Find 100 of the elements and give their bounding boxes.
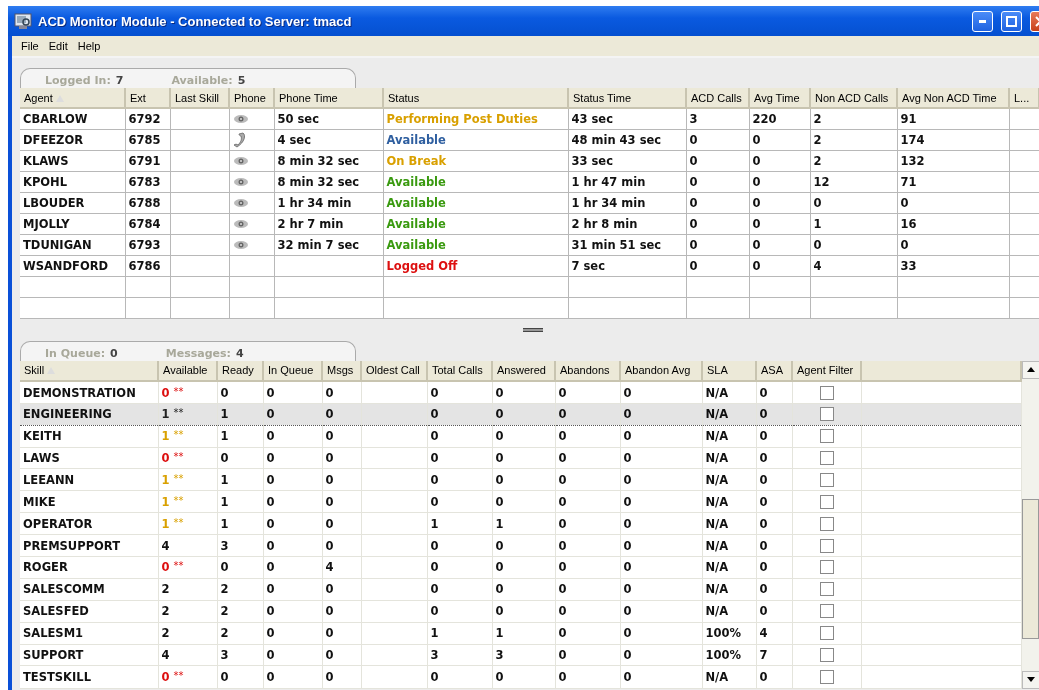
checkbox[interactable] bbox=[819, 648, 834, 662]
checkbox[interactable] bbox=[819, 472, 834, 487]
column-header[interactable]: Avg Non ACD Time bbox=[897, 88, 1009, 108]
table-row[interactable]: KPOHL 6783 8 min 32 sec Available 1 hr 47 min 0 0 12 71 bbox=[20, 171, 1039, 192]
table-cell: WSANDFORD bbox=[20, 255, 125, 276]
table-row[interactable]: OPERATOR 1 ** 1 0 0 1 1 0 0 N/A 0 bbox=[20, 512, 1021, 535]
table-cell: 0 bbox=[749, 171, 810, 192]
scroll-up-icon bbox=[1027, 367, 1035, 372]
table-row[interactable]: DEMONSTRATION 0 ** 0 0 0 0 0 0 0 N/A 0 bbox=[20, 381, 1021, 404]
column-header[interactable]: Status bbox=[383, 88, 568, 108]
column-header[interactable]: ACD Calls bbox=[686, 88, 749, 108]
column-header[interactable]: Ext bbox=[125, 88, 170, 108]
table-cell: 3 bbox=[217, 644, 263, 666]
table-cell: 0 bbox=[620, 622, 702, 645]
checkbox[interactable] bbox=[819, 494, 834, 509]
table-cell: LBOUDER bbox=[20, 192, 125, 213]
column-header[interactable]: Status Time bbox=[568, 88, 686, 108]
column-header[interactable]: Last Skill bbox=[170, 88, 229, 108]
table-row[interactable]: CBARLOW 6792 50 sec Performing Post Duties 43 sec 3 220 2 91 bbox=[20, 108, 1039, 129]
menu-item[interactable]: File bbox=[16, 40, 44, 52]
column-header[interactable]: Abandon Avg bbox=[620, 360, 702, 382]
checkbox[interactable] bbox=[819, 582, 834, 597]
table-cell: KEITH bbox=[20, 425, 158, 448]
table-row[interactable]: MJOLLY 6784 2 hr 7 min Available 2 hr 8 min 0 0 1 16 bbox=[20, 213, 1039, 234]
checkbox[interactable] bbox=[819, 560, 834, 575]
table-cell: 0 bbox=[427, 425, 492, 448]
table-row[interactable]: ROGER 0 ** 0 0 4 0 0 0 0 N/A 0 bbox=[20, 556, 1021, 579]
column-header[interactable]: L... bbox=[1009, 88, 1039, 108]
table-row[interactable]: WSANDFORD 6786 Logged Off 7 sec 0 0 4 33 bbox=[20, 255, 1039, 276]
checkbox[interactable] bbox=[819, 516, 834, 531]
table-row[interactable]: SALESCOMM 2 2 0 0 0 0 0 0 N/A 0 bbox=[20, 578, 1021, 601]
table-cell: 0 bbox=[620, 644, 702, 666]
table-cell: 0 bbox=[756, 447, 792, 469]
menu-item[interactable]: Help bbox=[72, 40, 106, 52]
table-row[interactable]: TESTSKILL 0 ** 0 0 0 0 0 0 0 N/A 0 bbox=[20, 665, 1021, 688]
table-row[interactable]: LEEANN 1 ** 1 0 0 0 0 0 0 N/A 0 bbox=[20, 468, 1021, 491]
column-header[interactable]: Avg Time bbox=[749, 88, 810, 108]
window-title: ACD Monitor Module - Connected to Server: tmacd bbox=[38, 13, 353, 29]
table-cell: 0 bbox=[620, 556, 702, 579]
checkbox[interactable] bbox=[819, 538, 834, 553]
table-row[interactable]: MIKE 1 ** 1 0 0 0 0 0 0 N/A 0 bbox=[20, 490, 1021, 513]
checkbox[interactable] bbox=[819, 429, 834, 444]
table-cell: SALESM1 bbox=[20, 622, 158, 645]
minimize-button[interactable] bbox=[972, 10, 993, 32]
menu-item[interactable]: Edit bbox=[43, 40, 73, 52]
column-header[interactable]: Agent Filter bbox=[792, 360, 861, 382]
column-header[interactable]: Phone bbox=[229, 88, 274, 108]
column-header[interactable]: Phone Time bbox=[274, 88, 383, 108]
table-cell: 1 ** bbox=[158, 490, 217, 513]
table-cell: 1 bbox=[217, 490, 263, 513]
column-header[interactable]: Total Calls bbox=[427, 360, 492, 382]
table-cell: 0 bbox=[217, 556, 263, 579]
checkbox[interactable] bbox=[819, 385, 834, 400]
table-cell: 1 bbox=[810, 213, 897, 234]
maximize-button[interactable] bbox=[1001, 10, 1022, 32]
column-header[interactable]: ASA bbox=[756, 360, 792, 382]
table-row[interactable]: PREMSUPPORT 4 3 0 0 0 0 0 0 N/A 0 bbox=[20, 534, 1021, 557]
table-cell: 0 bbox=[620, 578, 702, 601]
column-header[interactable]: Answered bbox=[492, 360, 555, 382]
checkbox[interactable] bbox=[819, 407, 834, 422]
table-cell: 0 bbox=[263, 556, 322, 579]
table-cell: 0 bbox=[756, 468, 792, 491]
checkbox[interactable] bbox=[819, 604, 834, 619]
table-row[interactable]: SALESFED 2 2 0 0 0 0 0 0 N/A 0 bbox=[20, 600, 1021, 623]
column-header[interactable]: Abandons bbox=[555, 360, 620, 382]
table-cell: 0 bbox=[427, 665, 492, 688]
table-cell: 91 bbox=[897, 108, 1009, 129]
table-cell: 0 bbox=[686, 213, 749, 234]
checkbox[interactable] bbox=[819, 626, 834, 641]
table-cell: 2 bbox=[810, 108, 897, 129]
table-row[interactable]: SUPPORT 4 3 0 0 3 3 0 0 100% 7 bbox=[20, 644, 1021, 666]
column-header[interactable]: Oldest Call bbox=[361, 360, 427, 382]
table-cell: 0 bbox=[427, 468, 492, 491]
table-cell: 43 sec bbox=[568, 108, 686, 129]
table-cell: 0 bbox=[756, 600, 792, 623]
checkbox[interactable] bbox=[819, 450, 834, 465]
table-row[interactable]: TDUNIGAN 6793 32 min 7 sec Available 31 min 51 sec 0 0 0 0 bbox=[20, 234, 1039, 255]
table-cell: 0 bbox=[555, 600, 620, 623]
summary-value: 5 bbox=[237, 74, 246, 87]
table-row[interactable]: KLAWS 6791 8 min 32 sec On Break 33 sec 0 0 2 132 bbox=[20, 150, 1039, 171]
table-row[interactable]: DFEEZOR 6785 4 sec Available 48 min 43 sec 0 0 2 174 bbox=[20, 129, 1039, 150]
table-cell: 1 hr 47 min bbox=[568, 171, 686, 192]
table-row[interactable]: KEITH 1 ** 1 0 0 0 0 0 0 N/A 0 bbox=[20, 425, 1021, 448]
table-cell: 0 bbox=[555, 468, 620, 491]
column-header[interactable]: Non ACD Calls bbox=[810, 88, 897, 108]
table-cell: 1 bbox=[217, 425, 263, 448]
table-row[interactable]: SALESM1 2 2 0 0 1 1 0 0 100% 4 bbox=[20, 622, 1021, 645]
column-header[interactable]: Agent bbox=[20, 88, 125, 108]
table-cell: 0 bbox=[492, 425, 555, 448]
column-header[interactable]: Skill bbox=[20, 360, 158, 382]
summary-label: Messages: bbox=[165, 346, 231, 360]
table-row[interactable]: LBOUDER 6788 1 hr 34 min Available 1 hr 34 min 0 0 0 0 bbox=[20, 192, 1039, 213]
table-cell: 0 bbox=[897, 192, 1009, 213]
table-cell: 0 ** bbox=[158, 556, 217, 579]
scrollbar[interactable] bbox=[1022, 360, 1039, 689]
checkbox[interactable] bbox=[819, 669, 834, 684]
table-row[interactable]: LAWS 0 ** 0 0 0 0 0 0 0 N/A 0 bbox=[20, 447, 1021, 469]
column-header[interactable]: SLA bbox=[702, 360, 756, 382]
table-row[interactable]: ENGINEERING 1 ** 1 0 0 0 0 0 0 N/A 0 bbox=[20, 403, 1021, 426]
table-cell: 6783 bbox=[125, 171, 170, 192]
